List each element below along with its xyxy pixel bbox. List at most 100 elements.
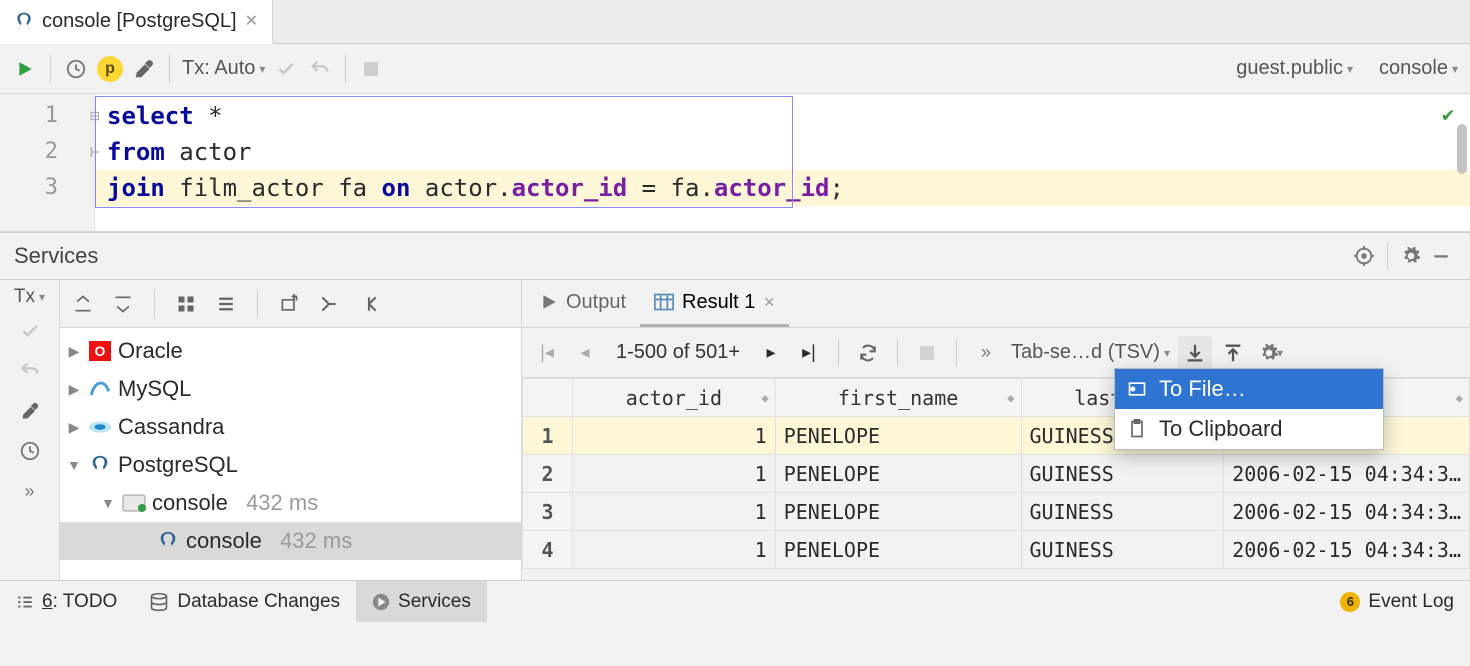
first-page-icon[interactable]: |◂	[530, 336, 564, 370]
reload-icon[interactable]	[851, 336, 885, 370]
inspection-ok-icon[interactable]: ✔	[1442, 102, 1454, 126]
settings-icon[interactable]	[127, 52, 161, 86]
cell-last-name[interactable]: GUINESS	[1021, 493, 1224, 531]
tree-arrow-icon[interactable]: ▶	[66, 419, 82, 436]
table-row[interactable]: 41PENELOPEGUINESS2006-02-15 04:34:3…	[523, 531, 1470, 569]
grid-corner	[523, 379, 573, 417]
export-to-file[interactable]: To File…	[1115, 369, 1383, 409]
cell-timestamp[interactable]: 2006-02-15 04:34:3…	[1224, 493, 1470, 531]
status-database-changes[interactable]: Database Changes	[133, 581, 356, 622]
cell-timestamp[interactable]: 2006-02-15 04:34:3…	[1224, 531, 1470, 569]
run-button[interactable]	[8, 52, 42, 86]
last-page-icon[interactable]: ▸|	[792, 336, 826, 370]
commit-button[interactable]	[269, 52, 303, 86]
column-header[interactable]: first_name◆	[775, 379, 1021, 417]
output-tab[interactable]: Output	[526, 280, 640, 327]
close-icon[interactable]: ✕	[763, 294, 775, 311]
list-view-icon[interactable]	[209, 287, 243, 321]
tree-label: Oracle	[118, 338, 183, 364]
table-row[interactable]: 21PENELOPEGUINESS2006-02-15 04:34:3…	[523, 455, 1470, 493]
target-icon[interactable]	[1349, 241, 1379, 271]
cell-last-name[interactable]: GUINESS	[1021, 531, 1224, 569]
tree-row-mysql[interactable]: ▶MySQL	[60, 370, 521, 408]
collapse-all-icon[interactable]	[106, 287, 140, 321]
stop-icon[interactable]	[910, 336, 944, 370]
tree-row-oracle[interactable]: ▶OOracle	[60, 332, 521, 370]
status-services[interactable]: Services	[356, 581, 487, 622]
more-icon[interactable]: »	[10, 474, 50, 508]
services-tree[interactable]: ▶OOracle▶MySQL▶Cassandra▼PostgreSQL▼cons…	[60, 328, 521, 580]
download-button[interactable]	[1178, 336, 1212, 370]
tree-label: Cassandra	[118, 414, 224, 440]
table-row[interactable]: 31PENELOPEGUINESS2006-02-15 04:34:3…	[523, 493, 1470, 531]
tree-row-postgresql[interactable]: ▼PostgreSQL	[60, 446, 521, 484]
wrench-icon[interactable]	[10, 394, 50, 428]
add-icon[interactable]	[272, 287, 306, 321]
stop-button[interactable]	[354, 52, 388, 86]
tree-arrow-icon[interactable]: ▶	[66, 343, 82, 360]
parameters-button[interactable]: p	[93, 52, 127, 86]
tree-suffix: 432 ms	[234, 490, 318, 516]
status-event-log[interactable]: 6 Event Log	[1324, 581, 1470, 622]
cell-actor-id[interactable]: 1	[573, 493, 776, 531]
tree-row-console[interactable]: console 432 ms	[60, 522, 521, 560]
clock-icon[interactable]	[10, 434, 50, 468]
scrollbar-thumb[interactable]	[1457, 124, 1467, 174]
merge-icon[interactable]	[312, 287, 346, 321]
cell-first-name[interactable]: PENELOPE	[775, 531, 1021, 569]
cell-first-name[interactable]: PENELOPE	[775, 417, 1021, 455]
services-side-toolbar: Tx▾ »	[0, 280, 60, 580]
grid-view-icon[interactable]	[169, 287, 203, 321]
row-number: 1	[523, 417, 573, 455]
cell-timestamp[interactable]: 2006-02-15 04:34:3…	[1224, 455, 1470, 493]
sql-editor[interactable]: 1 2 3 ⊟⊢ select * from actor join film_a…	[0, 94, 1470, 232]
row-number: 2	[523, 455, 573, 493]
gear-icon[interactable]: ▾	[1254, 336, 1288, 370]
column-header[interactable]: actor_id◆	[573, 379, 776, 417]
rollback-icon[interactable]	[10, 354, 50, 388]
tree-row-console[interactable]: ▼console 432 ms	[60, 484, 521, 522]
expand-all-icon[interactable]	[66, 287, 100, 321]
sort-icon[interactable]: ◆	[761, 391, 768, 405]
cell-first-name[interactable]: PENELOPE	[775, 493, 1021, 531]
console-dropdown[interactable]: console ▾	[1375, 57, 1462, 80]
query-toolbar: p Tx: Auto ▾ guest.public ▾ console ▾	[0, 44, 1470, 94]
editor-tab-console[interactable]: console [PostgreSQL] ✕	[0, 0, 273, 44]
tx-mode-dropdown[interactable]: Tx: Auto ▾	[178, 57, 269, 80]
cell-actor-id[interactable]: 1	[573, 455, 776, 493]
editor-code[interactable]: select * from actor join film_actor fa o…	[95, 94, 1470, 231]
export-format-dropdown[interactable]: Tab-se…d (TSV) ▾	[1007, 341, 1174, 364]
cell-actor-id[interactable]: 1	[573, 531, 776, 569]
cell-first-name[interactable]: PENELOPE	[775, 455, 1021, 493]
editor-tab-title: console [PostgreSQL]	[42, 10, 237, 33]
cell-last-name[interactable]: GUINESS	[1021, 455, 1224, 493]
tree-arrow-icon[interactable]: ▶	[66, 381, 82, 398]
upload-button[interactable]	[1216, 336, 1250, 370]
commit-icon[interactable]	[10, 314, 50, 348]
rollback-button[interactable]	[303, 52, 337, 86]
result-tab[interactable]: Result 1 ✕	[640, 280, 789, 327]
close-icon[interactable]: ✕	[245, 11, 258, 31]
tree-suffix: 432 ms	[268, 528, 352, 554]
mysql-icon	[88, 379, 112, 399]
tree-arrow-icon[interactable]: ▼	[100, 495, 116, 511]
tree-row-cassandra[interactable]: ▶ Cassandra	[60, 408, 521, 446]
schema-dropdown[interactable]: guest.public ▾	[1232, 57, 1357, 80]
status-todo[interactable]: 6: TODO	[0, 581, 133, 622]
cell-actor-id[interactable]: 1	[573, 417, 776, 455]
export-popup: To File… To Clipboard	[1114, 368, 1384, 450]
sort-icon[interactable]: ◆	[1456, 391, 1463, 405]
prev-page-icon[interactable]: ◂	[568, 336, 602, 370]
sort-icon[interactable]: ◆	[1007, 391, 1014, 405]
tree-arrow-icon[interactable]: ▼	[66, 457, 82, 473]
postgres-icon	[14, 11, 34, 31]
minimize-icon[interactable]	[1426, 241, 1456, 271]
more-icon[interactable]: »	[969, 336, 1003, 370]
export-to-clipboard[interactable]: To Clipboard	[1115, 409, 1383, 449]
gear-icon[interactable]	[1396, 241, 1426, 271]
next-page-icon[interactable]: ▸	[754, 336, 788, 370]
history-icon[interactable]	[59, 52, 93, 86]
split-icon[interactable]	[352, 287, 386, 321]
editor-tabstrip: console [PostgreSQL] ✕	[0, 0, 1470, 44]
tx-button[interactable]: Tx▾	[10, 286, 49, 308]
